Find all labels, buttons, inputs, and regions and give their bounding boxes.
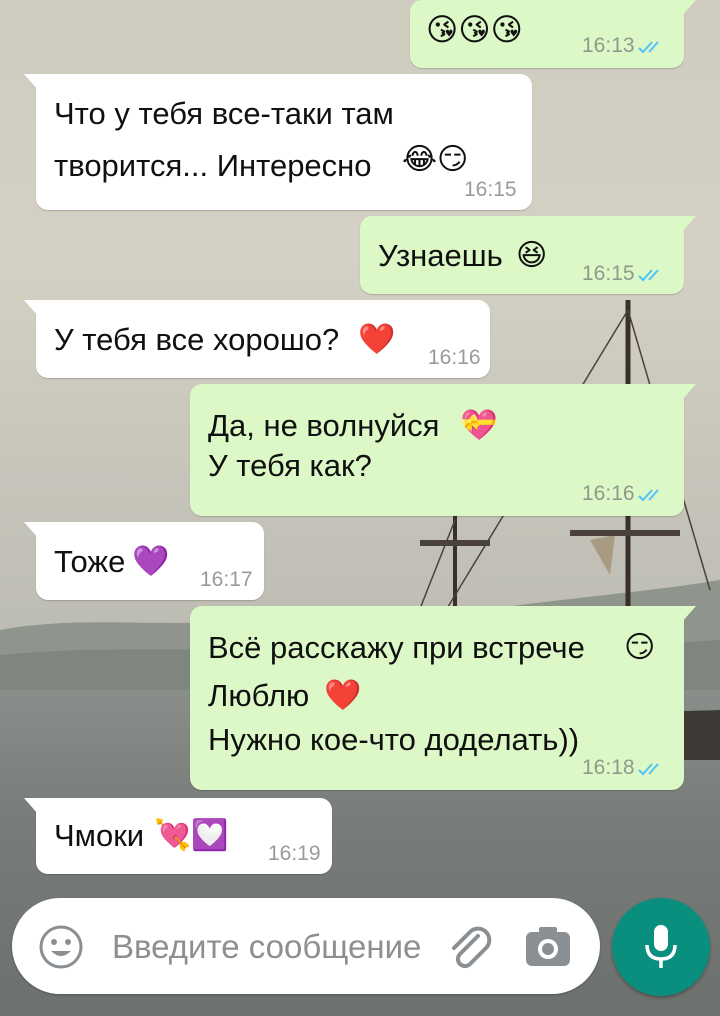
message-text: Что у тебя все-таки там творится... Инте…: [54, 96, 394, 183]
outgoing-message[interactable]: 😘😘😘 16:13: [410, 0, 696, 68]
incoming-message[interactable]: Чмоки 💘💟 16:19: [24, 798, 332, 874]
message-text-line2: Люблю: [208, 678, 310, 713]
message-emoji-line2: ❤️: [324, 679, 362, 712]
outgoing-message[interactable]: Да, не волнуйся 💝 У тебя как? 16:16: [190, 384, 696, 516]
camera-icon[interactable]: [522, 922, 574, 972]
message-text: Тоже: [54, 544, 126, 579]
message-text: Да, не волнуйся: [208, 408, 440, 443]
message-text: Чмоки: [54, 818, 145, 853]
message-list[interactable]: 😘😘😘 16:13 Что у тебя все-таки там творит…: [0, 0, 720, 890]
outgoing-message[interactable]: Узнаешь 😆 16:15: [360, 216, 696, 294]
message-time: 16:15: [464, 178, 517, 201]
message-time: 16:19: [268, 842, 321, 865]
message-time: 16:17: [200, 568, 253, 591]
message-text: Узнаешь: [378, 238, 503, 273]
message-input[interactable]: [112, 922, 472, 972]
message-time: 16:15: [582, 262, 668, 286]
read-ticks-icon: [637, 763, 659, 776]
message-time: 16:13: [582, 34, 668, 58]
message-text: Всё расскажу при встрече: [208, 630, 585, 665]
message-emoji: ❤️: [358, 323, 396, 356]
message-emoji: 😆: [516, 239, 548, 272]
message-emoji: 😏: [624, 631, 656, 664]
paperclip-icon[interactable]: [444, 922, 496, 974]
message-emoji: 😘😘😘: [426, 12, 523, 47]
read-ticks-icon: [637, 41, 659, 54]
message-time: 16:16: [428, 346, 481, 369]
message-emoji: 😂😏: [402, 143, 469, 176]
incoming-message[interactable]: Что у тебя все-таки там творится... Инте…: [24, 74, 532, 210]
message-text-line2: У тебя как?: [208, 448, 372, 483]
message-text: У тебя все хорошо?: [54, 322, 340, 357]
read-ticks-icon: [637, 489, 659, 502]
incoming-message[interactable]: Тоже 💜 16:17: [24, 522, 264, 600]
message-time: 16:16: [582, 482, 668, 506]
message-emoji: 💝: [460, 409, 498, 442]
microphone-button[interactable]: [612, 898, 710, 996]
message-emoji: 💜: [132, 545, 170, 578]
read-ticks-icon: [637, 269, 659, 282]
message-time: 16:18: [582, 756, 668, 780]
message-text-line3: Нужно кое-что доделать)): [208, 722, 580, 757]
message-composer: [12, 898, 600, 994]
message-emoji: 💘💟: [154, 819, 229, 852]
incoming-message[interactable]: У тебя все хорошо? ❤️ 16:16: [24, 300, 490, 378]
outgoing-message[interactable]: Всё расскажу при встрече 😏 Люблю ❤️ Нужн…: [190, 606, 696, 790]
microphone-icon: [645, 925, 677, 968]
smiley-icon[interactable]: [38, 924, 84, 970]
